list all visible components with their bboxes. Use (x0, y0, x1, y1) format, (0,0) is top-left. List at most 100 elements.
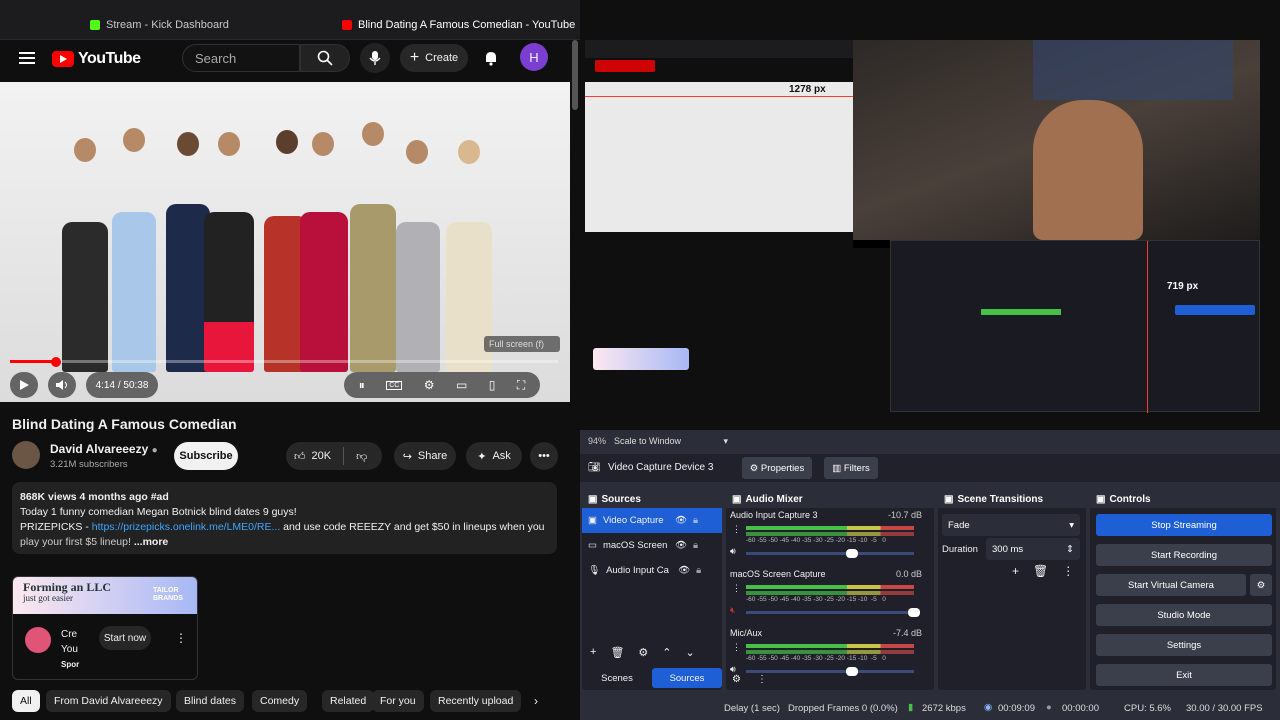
arrow-down-icon[interactable]: ⌄ (686, 646, 695, 664)
tab-kick[interactable]: Stream - Kick Dashboard (90, 14, 229, 36)
youtube-logo[interactable]: YouTube (52, 50, 141, 68)
filter-chip[interactable]: For you (372, 690, 424, 712)
transition-select[interactable]: Fade ▾ (942, 514, 1080, 536)
filters-button[interactable]: ▥ Filters (824, 457, 878, 479)
channel-avatar[interactable] (12, 441, 40, 469)
filter-chip[interactable]: From David Alvareeezy (46, 690, 171, 712)
miniplayer-icon[interactable]: ▭ (456, 378, 467, 392)
arrow-up-icon[interactable]: ⌃ (662, 646, 671, 664)
gear-icon[interactable]: ⚙ (638, 646, 648, 664)
filter-chip[interactable]: Comedy (252, 690, 308, 712)
page-scrollbar[interactable] (572, 40, 578, 110)
description-link[interactable]: https://prizepicks.onelink.me/LME0/RE... (92, 521, 281, 533)
source-item[interactable]: ▭ macOS Screen 👁︎ 🔒︎ (582, 533, 722, 558)
more-vertical-icon[interactable]: ⋮ (757, 674, 767, 685)
preview-page-lower (585, 248, 890, 412)
obs-preview[interactable]: 1278 px Blind Dating A Famous Comedian 7… (585, 40, 1260, 413)
properties-button[interactable]: ⚙ Properties (742, 457, 812, 479)
scale-dropdown[interactable]: Scale to Window ▾ (614, 436, 728, 447)
video-progress-bar[interactable] (10, 360, 558, 363)
create-button[interactable]: + Create (400, 44, 468, 72)
theater-mode-icon[interactable]: ▯ (489, 378, 496, 392)
more-vertical-icon[interactable]: ⋮ (732, 642, 741, 653)
avatar[interactable]: H (520, 43, 548, 71)
notifications-button[interactable] (476, 43, 506, 73)
virtual-camera-settings-button[interactable]: ⚙ (1250, 574, 1272, 596)
eye-icon[interactable]: 👁︎ (678, 565, 690, 576)
search-button[interactable] (300, 44, 350, 72)
filter-chip[interactable]: Blind dates (176, 690, 244, 712)
status-bar: Delay (1 sec) Dropped Frames 0 (0.0%) ▮ … (580, 698, 1280, 720)
chevron-right-icon[interactable]: › (534, 694, 538, 708)
settings-gear-icon[interactable]: ⚙ (424, 378, 435, 392)
video-progress-handle[interactable] (51, 357, 62, 367)
trash-icon[interactable]: 🗑︎ (610, 646, 624, 664)
add-icon[interactable]: + (1012, 564, 1019, 578)
add-icon[interactable]: + (590, 646, 596, 664)
more-vertical-icon[interactable]: ⋮ (175, 631, 187, 645)
exit-button[interactable]: Exit (1096, 664, 1272, 686)
more-vertical-icon[interactable]: ⋮ (732, 583, 741, 594)
volume-slider-handle[interactable] (846, 549, 858, 558)
ad-cta-button[interactable]: Start now (99, 626, 151, 650)
stop-streaming-button[interactable]: Stop Streaming (1096, 514, 1272, 536)
mixer-channel: Audio Input Capture 3 -10.7 dB ⋮ -60 -55 -5… (726, 508, 934, 567)
start-virtual-camera-button[interactable]: Start Virtual Camera (1096, 574, 1246, 596)
volume-button[interactable] (48, 372, 76, 398)
mixer-channel-name: macOS Screen Capture (730, 569, 826, 579)
volume-slider[interactable] (746, 611, 914, 614)
filter-chip[interactable]: Recently upload (430, 690, 522, 712)
source-item[interactable]: ▣ Video Capture 👁︎ 🔒︎ (582, 508, 722, 533)
fps-status: 30.00 / 30.00 FPS (1186, 703, 1263, 714)
filter-chip[interactable]: Related (322, 690, 375, 712)
channel-name[interactable]: David Alvareeezy ● (50, 442, 158, 456)
lock-icon[interactable]: 🔒︎ (696, 565, 701, 576)
properties-label: Properties (760, 462, 805, 474)
like-button[interactable]: 👍︎ 20K (294, 450, 331, 463)
search-input[interactable]: Search (182, 44, 300, 72)
tab-youtube[interactable]: Blind Dating A Famous Comedian - YouTube (342, 14, 575, 36)
share-button[interactable]: ↪ Share (394, 442, 456, 470)
more-vertical-icon[interactable]: ⋮ (1062, 564, 1074, 578)
youtube-play-icon (52, 51, 74, 67)
video-player[interactable]: Full screen (f) (0, 82, 570, 402)
transition-toolbar: + 🗑︎ ⋮ (1012, 564, 1074, 578)
show-more-link[interactable]: ...more (134, 536, 168, 548)
speaker-icon[interactable]: 🔊︎ (730, 546, 736, 557)
gear-icon[interactable]: ⚙ (732, 674, 741, 685)
voice-search-button[interactable] (360, 43, 390, 73)
captions-icon[interactable]: CC (386, 380, 403, 390)
filter-chip[interactable]: All (12, 690, 40, 712)
description-box[interactable]: 868K views 4 months ago #ad Today 1 funn… (12, 482, 557, 554)
autoplay-toggle-icon[interactable]: ⏸ (359, 378, 365, 393)
camera-icon: ▣ (588, 515, 597, 526)
fullscreen-icon[interactable]: ⛶ (517, 378, 525, 393)
more-actions-button[interactable]: ••• (530, 442, 558, 470)
speaker-muted-icon[interactable]: 🔇︎ (730, 605, 736, 616)
lock-icon[interactable]: 🔒︎ (693, 515, 698, 526)
lock-icon[interactable]: 🔒︎ (693, 540, 698, 551)
tab-scenes[interactable]: Scenes (582, 668, 652, 688)
tab-sources[interactable]: Sources (652, 668, 722, 688)
subscribe-button[interactable]: Subscribe (174, 442, 238, 470)
volume-slider[interactable] (746, 552, 914, 555)
play-button[interactable] (10, 372, 38, 398)
dislike-button[interactable]: 👎︎ (356, 450, 367, 463)
eye-icon[interactable]: 👁︎ (675, 540, 687, 551)
more-vertical-icon[interactable]: ⋮ (732, 524, 741, 535)
studio-mode-label: Studio Mode (1157, 609, 1211, 621)
volume-slider-handle[interactable] (846, 667, 858, 676)
trash-icon[interactable]: 🗑︎ (1033, 564, 1048, 578)
transitions-header: ▣ Scene Transitions (938, 490, 1086, 508)
settings-button[interactable]: Settings (1096, 634, 1272, 656)
volume-slider-handle[interactable] (908, 608, 920, 617)
duration-spinbox[interactable]: 300 ms ⇕ (986, 538, 1080, 560)
menu-icon[interactable] (12, 43, 42, 73)
eye-icon[interactable]: 👁︎ (675, 515, 687, 526)
volume-slider[interactable] (746, 670, 914, 673)
studio-mode-button[interactable]: Studio Mode (1096, 604, 1272, 626)
ad-card[interactable]: Forming an LLC just got easier TAILOR BR… (12, 576, 198, 680)
source-item[interactable]: 🎙︎ Audio Input Ca 👁︎ 🔒︎ (582, 558, 722, 583)
ask-button[interactable]: ✦ Ask (466, 442, 522, 470)
start-recording-button[interactable]: Start Recording (1096, 544, 1272, 566)
